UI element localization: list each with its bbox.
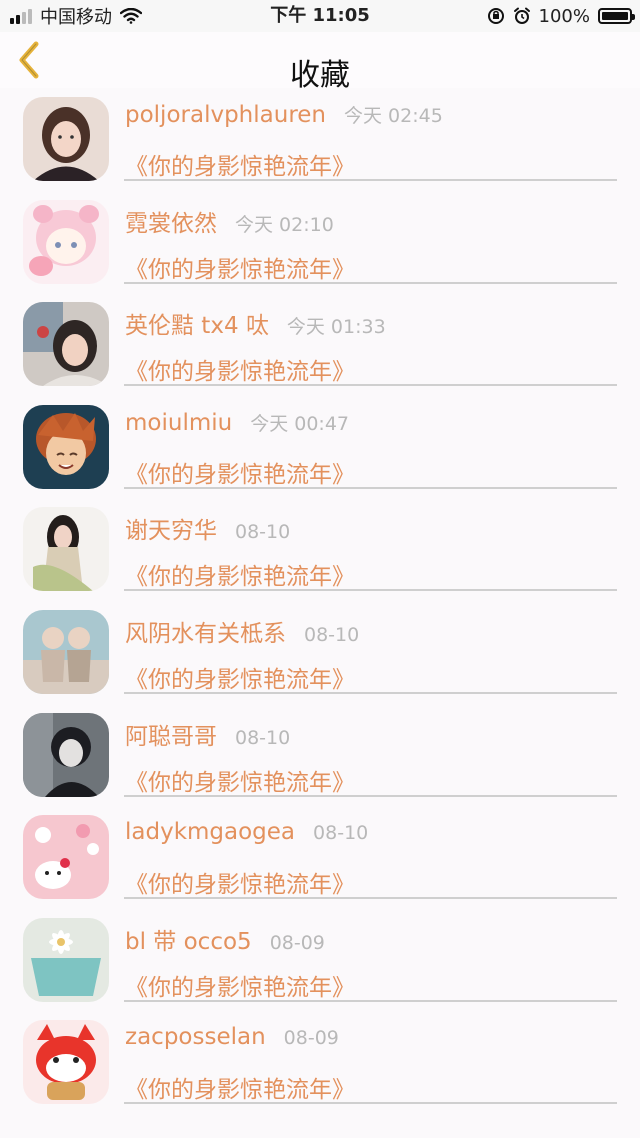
status-right: 100% [487,4,635,28]
list-item[interactable]: 阿聪哥哥 08-10 《你的身影惊艳流年》 [0,708,640,811]
song-title[interactable]: 《你的身影惊艳流年》 [125,455,355,489]
song-title[interactable]: 《你的身影惊艳流年》 [125,147,355,181]
name-row: moiulmiu 今天 00:47 [125,409,349,436]
divider [124,1102,617,1105]
user-name: 霓裳依然 [125,210,217,237]
user-name: 阿聪哥哥 [125,723,217,750]
user-name: bl 带 occo5 [125,928,252,955]
name-row: zacposselan 08-09 [125,1024,339,1050]
list-item[interactable]: ladykmgaogea 08-10 《你的身影惊艳流年》 [0,810,640,913]
divider [124,486,617,489]
list-item[interactable]: zacposselan 08-09 《你的身影惊艳流年》 [0,1015,640,1118]
name-row: bl 带 occo5 08-09 [125,922,325,956]
name-row: 英伦黠 tx4 呔 今天 01:33 [125,306,386,340]
list-item[interactable]: poljoralvphlauren 今天 02:45 《你的身影惊艳流年》 [0,92,640,195]
favorite-time: 今天 02:45 [344,105,443,127]
list-item[interactable]: 霓裳依然 今天 02:10 《你的身影惊艳流年》 [0,195,640,298]
divider [124,897,617,900]
divider [124,691,617,694]
divider [124,589,617,592]
name-row: poljoralvphlauren 今天 02:45 [125,101,443,128]
favorite-time: 今天 01:33 [286,316,386,339]
girl-photo-avatar[interactable] [23,302,109,387]
battery-percent: 100% [538,5,590,27]
divider [124,179,617,181]
name-row: 谢天穷华 08-10 [125,511,290,545]
list-item[interactable]: 英伦黠 tx4 呔 今天 01:33 《你的身影惊艳流年》 [0,297,640,400]
user-name: poljoralvphlauren [125,102,326,128]
orientation-lock-icon [487,8,504,24]
favorite-time: 08-10 [235,726,291,749]
favorite-time: 08-09 [283,1027,339,1050]
daisy-cup-avatar[interactable] [23,917,109,1002]
song-title[interactable]: 《你的身影惊艳流年》 [125,865,355,899]
favorites-list: poljoralvphlauren 今天 02:45 《你的身影惊艳流年》 霓裳… [0,92,640,1118]
navigation-bar: 收藏 [0,32,640,93]
list-item[interactable]: 风阴水有关柢系 08-10 《你的身影惊艳流年》 [0,605,640,708]
name-row: 霓裳依然 今天 02:10 [125,204,334,238]
name-row: 阿聪哥哥 08-10 [125,717,290,751]
favorite-time: 08-09 [269,931,325,954]
divider [124,281,617,284]
list-item[interactable]: 谢天穷华 08-10 《你的身影惊艳流年》 [0,502,640,605]
battery-icon [598,8,635,24]
user-name: 谢天穷华 [125,518,217,545]
user-name: 风阴水有关柢系 [125,620,286,647]
two-kids-avatar[interactable] [23,609,109,694]
divider [124,794,617,797]
alarm-icon [513,7,530,24]
favorite-time: 08-10 [304,623,360,646]
hello-kitty-case-avatar[interactable] [23,815,109,900]
song-title[interactable]: 《你的身影惊艳流年》 [125,352,355,386]
user-name: zacposselan [125,1024,266,1051]
list-item[interactable]: moiulmiu 今天 00:47 《你的身影惊艳流年》 [0,400,640,503]
song-title[interactable]: 《你的身影惊艳流年》 [125,250,355,284]
song-title[interactable]: 《你的身影惊艳流年》 [125,660,355,694]
page-title: 收藏 [290,58,350,93]
favorite-time: 08-10 [235,521,291,544]
user-name: 英伦黠 tx4 呔 [125,313,269,340]
anime-boy-avatar[interactable] [23,404,109,489]
song-title[interactable]: 《你的身影惊艳流年》 [125,1070,355,1104]
divider [124,999,617,1002]
name-row: ladykmgaogea 08-10 [125,819,368,845]
favorite-time: 今天 00:47 [250,412,350,435]
divider [124,384,617,387]
list-item[interactable]: bl 带 occo5 08-09 《你的身影惊艳流年》 [0,913,640,1016]
favorite-time: 08-10 [313,822,369,845]
favorite-time: 今天 02:10 [235,213,334,236]
red-fox-cartoon-avatar[interactable] [23,1020,109,1105]
anime-boy-avatar[interactable] [23,712,109,797]
user-name: ladykmgaogea [125,819,296,846]
status-bar: 中国移动 下午 11:05 100% [0,0,640,32]
song-title[interactable]: 《你的身影惊艳流年》 [125,763,355,797]
girl-photo-avatar[interactable] [23,507,109,592]
girl-photo-avatar[interactable] [23,97,109,181]
song-title[interactable]: 《你的身影惊艳流年》 [125,968,355,1002]
pink-cartoon-avatar[interactable] [23,199,109,284]
song-title[interactable]: 《你的身影惊艳流年》 [125,557,355,591]
user-name: moiulmiu [125,409,233,436]
name-row: 风阴水有关柢系 08-10 [125,614,359,648]
